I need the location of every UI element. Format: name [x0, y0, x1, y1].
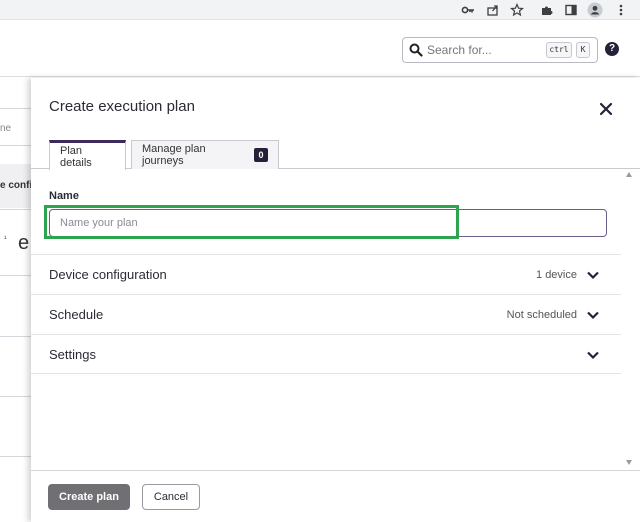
profile-icon[interactable]: [586, 1, 604, 19]
tab-label: Manage plan journeys: [142, 143, 206, 167]
tab-label: Plan details: [60, 144, 92, 169]
drawer-footer: Create plan Cancel: [31, 470, 640, 522]
bg-fragment: ¹: [4, 234, 7, 243]
tab-manage-plan-journeys[interactable]: Manage plan journeys 0: [131, 140, 279, 169]
star-icon[interactable]: [508, 1, 526, 19]
section-value: Not scheduled: [506, 309, 577, 321]
shortcut-key-ctrl: ctrl: [546, 42, 572, 58]
background-page: ne e confi ¹ e: [0, 78, 31, 522]
scrollbar[interactable]: [623, 170, 635, 470]
section-settings[interactable]: Settings: [31, 334, 621, 374]
close-icon[interactable]: [598, 101, 614, 117]
bg-fragment: e: [18, 232, 30, 254]
drawer-title: Create execution plan: [49, 98, 195, 115]
search-input[interactable]: [427, 41, 537, 59]
shortcut-key-k: K: [576, 42, 590, 58]
section-label: Settings: [49, 347, 96, 362]
bg-divider: [0, 108, 31, 109]
cancel-button[interactable]: Cancel: [142, 484, 200, 510]
create-plan-drawer: Create execution plan Plan details Manag…: [31, 78, 640, 522]
section-value: 1 device: [536, 269, 577, 281]
bg-fragment: e confi: [0, 180, 31, 191]
drawer-tabs: Plan details Manage plan journeys 0: [31, 140, 640, 170]
bg-divider: [0, 336, 31, 337]
section-schedule[interactable]: Schedule Not scheduled: [31, 294, 621, 334]
menu-icon[interactable]: [612, 1, 630, 19]
create-plan-button[interactable]: Create plan: [48, 484, 130, 510]
extensions-icon[interactable]: [538, 1, 556, 19]
chevron-down-icon[interactable]: [586, 268, 600, 282]
side-panel-icon[interactable]: [562, 1, 580, 19]
key-icon[interactable]: [459, 1, 477, 19]
app-header: ctrl K: [0, 21, 640, 77]
search-box[interactable]: ctrl K: [402, 37, 598, 63]
name-label: Name: [49, 190, 79, 202]
plan-name-input[interactable]: [49, 209, 607, 237]
journey-count-badge: 0: [254, 148, 268, 162]
chevron-down-icon[interactable]: [586, 348, 600, 362]
section-device-configuration[interactable]: Device configuration 1 device: [31, 254, 621, 294]
section-label: Schedule: [49, 307, 104, 322]
section-label: Device configuration: [49, 267, 167, 282]
bg-divider: [0, 396, 31, 397]
bg-divider: [0, 275, 31, 276]
browser-toolbar: [0, 0, 640, 20]
bg-divider: [0, 209, 31, 210]
help-icon[interactable]: ?: [605, 42, 619, 56]
chevron-down-icon[interactable]: [586, 308, 600, 322]
scroll-down-arrow-icon[interactable]: [626, 460, 632, 465]
scroll-up-arrow-icon[interactable]: [626, 172, 632, 177]
bg-divider: [0, 145, 31, 146]
bg-divider: [0, 456, 31, 457]
bg-fragment: ne: [0, 123, 12, 134]
share-icon[interactable]: [484, 1, 502, 19]
tab-plan-details[interactable]: Plan details: [49, 140, 126, 170]
search-icon: [409, 43, 423, 57]
